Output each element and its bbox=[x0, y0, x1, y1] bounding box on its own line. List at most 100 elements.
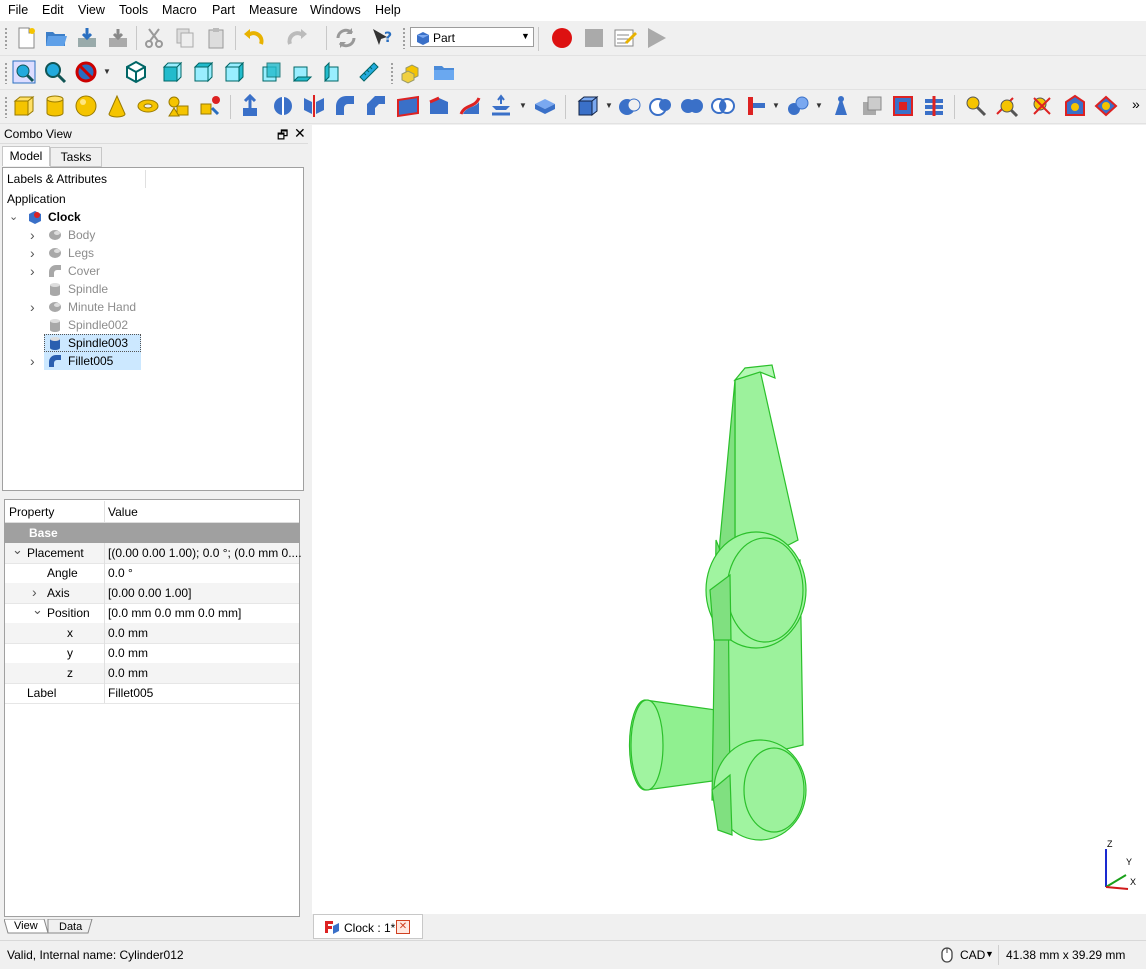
menu-tools[interactable]: Tools bbox=[119, 3, 148, 17]
create-part-icon[interactable] bbox=[398, 58, 426, 86]
shape-from-mesh-icon[interactable] bbox=[827, 92, 855, 120]
whats-this-icon[interactable]: ? bbox=[368, 24, 396, 52]
mirror-icon[interactable] bbox=[300, 92, 328, 120]
cylinder-icon[interactable] bbox=[41, 92, 69, 120]
property-row[interactable]: ⌄ Placement [(0.00 0.00 1.00); 0.0 °; (0.0… bbox=[5, 542, 302, 564]
cube-icon[interactable] bbox=[10, 92, 38, 120]
toolbar-overflow-icon[interactable]: » bbox=[1132, 96, 1140, 112]
view-isometric-icon[interactable] bbox=[122, 58, 150, 86]
menu-windows[interactable]: Windows bbox=[310, 3, 361, 17]
save-icon[interactable] bbox=[73, 24, 101, 52]
loft-icon[interactable] bbox=[456, 92, 484, 120]
ruled-surface-icon[interactable] bbox=[425, 92, 453, 120]
tree-item-clock[interactable]: Clock bbox=[48, 208, 81, 226]
property-row[interactable]: Label Fillet005 bbox=[5, 683, 299, 704]
macro-edit-icon[interactable] bbox=[611, 24, 639, 52]
property-value[interactable]: 0.0 mm bbox=[108, 626, 148, 640]
primitives-icon[interactable] bbox=[165, 92, 193, 120]
tree-item[interactable]: Fillet005 bbox=[68, 352, 113, 370]
redo-icon[interactable] bbox=[283, 24, 311, 52]
check-geometry-icon[interactable] bbox=[889, 92, 917, 120]
view-rear-icon[interactable] bbox=[257, 58, 285, 86]
menu-macro[interactable]: Macro bbox=[162, 3, 197, 17]
save-as-icon[interactable] bbox=[104, 24, 132, 52]
property-row[interactable]: x 0.0 mm bbox=[5, 623, 299, 644]
property-value[interactable]: 0.0 ° bbox=[108, 566, 133, 580]
copy-icon[interactable] bbox=[171, 24, 199, 52]
refine-shape-icon[interactable] bbox=[858, 92, 886, 120]
tree-item[interactable]: Minute Hand bbox=[68, 298, 136, 316]
chevron-right-icon[interactable]: › bbox=[30, 299, 35, 315]
cone-icon[interactable] bbox=[103, 92, 131, 120]
chevron-right-icon[interactable]: › bbox=[32, 584, 37, 600]
defeaturing-icon[interactable] bbox=[920, 92, 948, 120]
menu-edit[interactable]: Edit bbox=[42, 3, 64, 17]
property-row[interactable]: z 0.0 mm bbox=[5, 663, 299, 684]
chevron-down-icon[interactable]: ▼ bbox=[985, 949, 994, 959]
chevron-right-icon[interactable]: › bbox=[30, 263, 35, 279]
chevron-right-icon[interactable]: › bbox=[30, 245, 35, 261]
macro-run-icon[interactable] bbox=[642, 24, 670, 52]
torus-icon[interactable] bbox=[134, 92, 162, 120]
close-tab-icon[interactable]: ✕ bbox=[396, 920, 410, 934]
menu-view[interactable]: View bbox=[78, 3, 105, 17]
chevron-down-icon[interactable]: ⌄ bbox=[9, 210, 18, 223]
property-value[interactable]: Fillet005 bbox=[108, 686, 153, 700]
close-icon[interactable]: ✕ bbox=[294, 125, 306, 142]
menu-part[interactable]: Part bbox=[212, 3, 235, 17]
property-value[interactable]: [0.0 mm 0.0 mm 0.0 mm] bbox=[108, 606, 241, 620]
property-row[interactable]: › Axis [0.00 0.00 1.00] bbox=[5, 583, 299, 604]
property-row[interactable]: Angle 0.0 ° bbox=[5, 563, 299, 584]
3d-viewport[interactable]: Z Y X bbox=[312, 125, 1146, 914]
tree-item[interactable]: Spindle003 bbox=[68, 334, 128, 352]
view-right-icon[interactable] bbox=[220, 58, 248, 86]
document-tab[interactable]: Clock : 1* ✕ bbox=[313, 914, 423, 939]
chevron-right-icon[interactable]: › bbox=[30, 353, 35, 369]
make-face-icon[interactable] bbox=[394, 92, 422, 120]
menu-measure[interactable]: Measure bbox=[249, 3, 298, 17]
fit-selection-icon[interactable] bbox=[41, 58, 69, 86]
section-icon[interactable] bbox=[531, 92, 559, 120]
cut-boolean-icon[interactable] bbox=[616, 92, 644, 120]
measure-toggle-icon[interactable] bbox=[1092, 92, 1120, 120]
revolve-icon[interactable] bbox=[269, 92, 297, 120]
chamfer-icon[interactable] bbox=[362, 92, 390, 120]
draw-style-icon[interactable] bbox=[72, 58, 100, 86]
tree-item[interactable]: Legs bbox=[68, 244, 94, 262]
tab-data[interactable]: Data bbox=[59, 921, 82, 933]
view-front-icon[interactable] bbox=[158, 58, 186, 86]
sweep-icon[interactable] bbox=[487, 92, 515, 120]
view-bottom-icon[interactable] bbox=[288, 58, 316, 86]
tree-item[interactable]: Body bbox=[68, 226, 95, 244]
measure-clear-icon[interactable] bbox=[1061, 92, 1089, 120]
measure-linear-icon[interactable] bbox=[962, 92, 990, 120]
measure-angular-icon[interactable] bbox=[993, 92, 1021, 120]
macro-stop-icon[interactable] bbox=[580, 24, 608, 52]
property-value[interactable]: [0.00 0.00 1.00] bbox=[108, 586, 191, 600]
undo-icon[interactable] bbox=[240, 24, 268, 52]
new-document-icon[interactable] bbox=[12, 24, 40, 52]
workbench-selector[interactable]: Part ▼ bbox=[410, 27, 534, 47]
property-row[interactable]: y 0.0 mm bbox=[5, 643, 299, 664]
paste-icon[interactable] bbox=[202, 24, 230, 52]
compound-icon[interactable] bbox=[784, 92, 812, 120]
extrude-icon[interactable] bbox=[238, 92, 266, 120]
chevron-down-icon[interactable]: ⌄ bbox=[12, 542, 23, 558]
shape-builder-icon[interactable] bbox=[196, 92, 224, 120]
view-top-icon[interactable] bbox=[189, 58, 217, 86]
navigation-style[interactable]: CAD bbox=[960, 948, 985, 962]
refresh-icon[interactable] bbox=[332, 24, 360, 52]
tab-view[interactable]: View bbox=[14, 920, 38, 932]
chevron-down-icon[interactable]: ⌄ bbox=[32, 602, 43, 618]
join-features-icon[interactable] bbox=[742, 92, 770, 120]
fuse-icon[interactable] bbox=[647, 92, 675, 120]
tree-item[interactable]: Spindle bbox=[68, 280, 108, 298]
tab-model[interactable]: Model bbox=[2, 146, 50, 166]
measure-distance-icon[interactable] bbox=[355, 58, 383, 86]
property-row[interactable]: ⌄ Position [0.0 mm 0.0 mm 0.0 mm] bbox=[5, 602, 299, 624]
property-value[interactable]: 0.0 mm bbox=[108, 666, 148, 680]
open-folder-icon[interactable] bbox=[42, 24, 70, 52]
float-icon[interactable]: 🗗 bbox=[277, 126, 288, 147]
view-left-icon[interactable] bbox=[319, 58, 347, 86]
tree-item[interactable]: Cover bbox=[68, 262, 100, 280]
